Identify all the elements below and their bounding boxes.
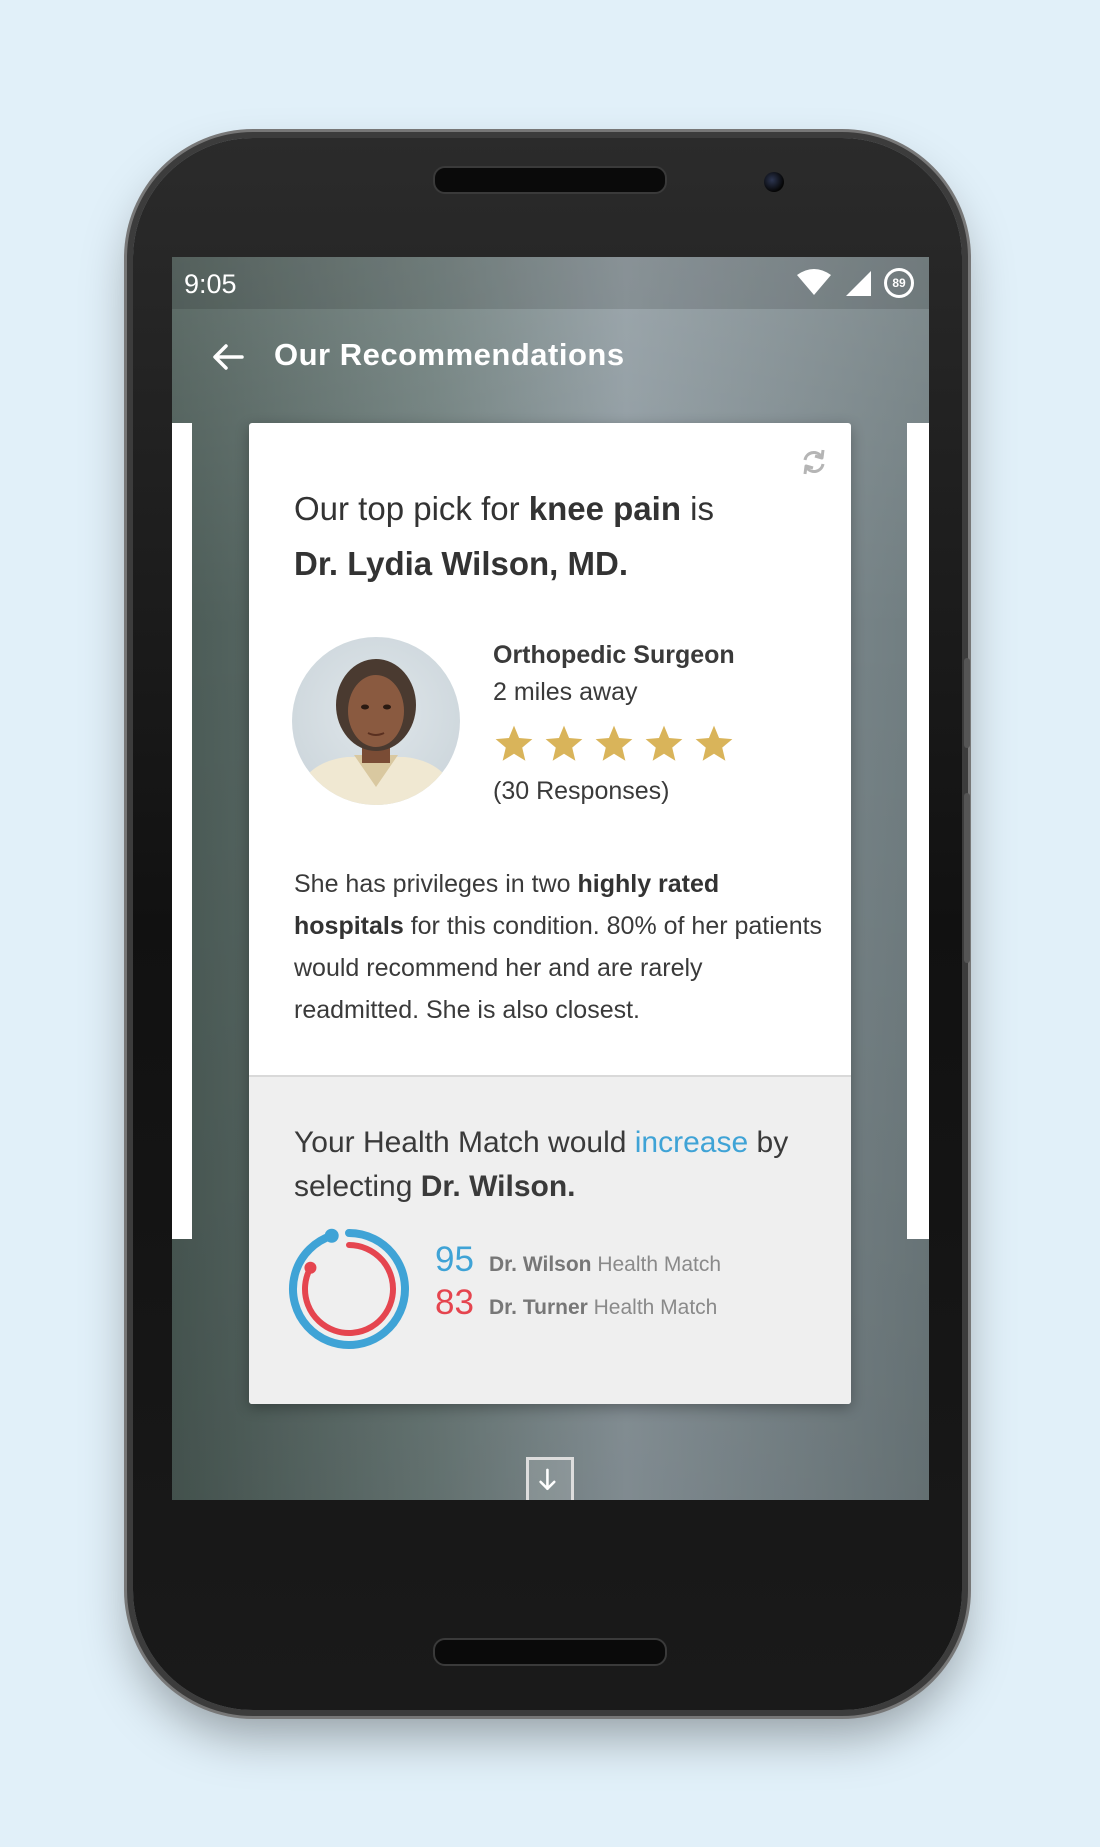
next-card-edge[interactable] bbox=[907, 423, 929, 1239]
status-bar: 9:05 89 bbox=[172, 257, 929, 309]
doctor-name: Dr. Lydia Wilson, MD. bbox=[294, 545, 629, 582]
wilson-score-arc bbox=[289, 1229, 409, 1349]
turner-score-marker bbox=[304, 1261, 317, 1274]
specialty: Orthopedic Surgeon bbox=[493, 641, 735, 669]
star-icon bbox=[495, 725, 533, 761]
star-icon bbox=[645, 725, 683, 761]
star-icon bbox=[695, 725, 733, 761]
app-bar: Our Recommendations bbox=[172, 309, 929, 419]
distance: 2 miles away bbox=[493, 678, 638, 706]
wilson-score: 95 bbox=[435, 1240, 474, 1279]
health-match-ring bbox=[289, 1228, 409, 1349]
doctor-avatar bbox=[292, 637, 460, 805]
star-icon bbox=[545, 725, 583, 761]
turner-score-row: 83 Dr. Turner Health Match bbox=[435, 1283, 718, 1322]
signal-icon bbox=[846, 271, 871, 296]
back-arrow-icon[interactable] bbox=[210, 339, 246, 375]
doctor-info: Orthopedic Surgeon 2 miles away (30 Resp… bbox=[493, 641, 735, 806]
star-icon bbox=[595, 725, 633, 761]
condition-name: knee pain bbox=[528, 490, 681, 527]
volume-button bbox=[964, 658, 970, 748]
recommendation-description: She has privileges in two highly rated h… bbox=[294, 870, 823, 1024]
refresh-icon[interactable] bbox=[799, 447, 829, 477]
screen: 9:05 89 Our Recommendations Our top pick… bbox=[172, 257, 929, 1500]
wifi-icon bbox=[797, 269, 831, 295]
scroll-down-button[interactable] bbox=[526, 1457, 574, 1500]
recommendation-card: Our top pick for knee pain is Dr. Lydia … bbox=[249, 423, 851, 1404]
health-match-panel: Your Health Match would increase by sele… bbox=[249, 1075, 851, 1404]
bottom-speaker bbox=[433, 1638, 667, 1666]
responses-count: (30 Responses) bbox=[493, 777, 670, 805]
star-rating bbox=[493, 723, 735, 765]
status-time: 9:05 bbox=[184, 269, 237, 299]
arrow-down-icon bbox=[539, 1468, 556, 1490]
page-title: Our Recommendations bbox=[274, 337, 625, 372]
wilson-score-marker bbox=[324, 1228, 339, 1243]
power-button bbox=[964, 793, 970, 963]
battery-icon: 89 bbox=[884, 268, 914, 298]
turner-score-arc bbox=[302, 1242, 396, 1336]
turner-score: 83 bbox=[435, 1283, 474, 1322]
recommendation-headline: Our top pick for knee pain is Dr. Lydia … bbox=[294, 490, 714, 582]
previous-card-edge[interactable] bbox=[172, 423, 192, 1239]
front-camera bbox=[764, 172, 784, 192]
health-match-text: Your Health Match would increase by sele… bbox=[294, 1126, 789, 1203]
top-speaker bbox=[433, 166, 667, 194]
wilson-score-row: 95 Dr. Wilson Health Match bbox=[435, 1240, 722, 1279]
